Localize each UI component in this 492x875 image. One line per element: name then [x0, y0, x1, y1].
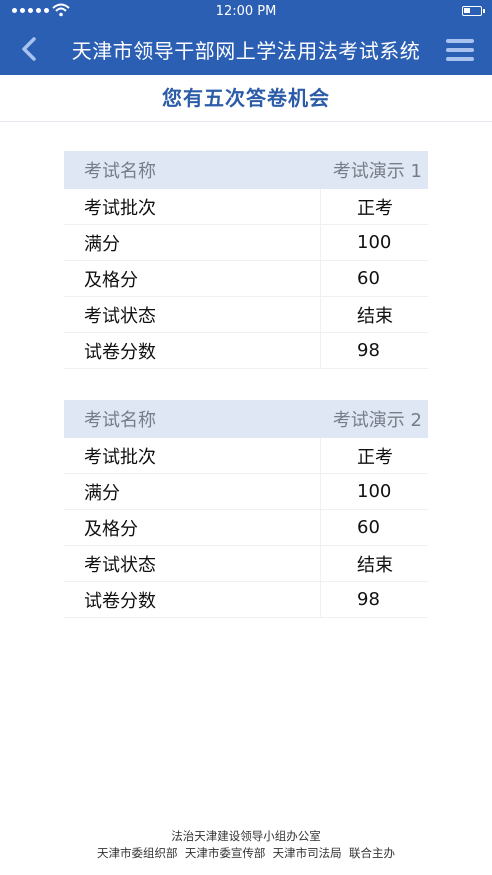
footer-hosts: 天津市委组织部 天津市委宣传部 天津市司法局 联合主办	[97, 846, 395, 860]
row-label: 满分	[64, 474, 321, 509]
table-row: 及格分 60	[64, 510, 428, 546]
page-title: 天津市领导干部网上学法用法考试系统	[71, 39, 421, 63]
row-value: 98	[357, 589, 380, 610]
exam-card-header: 考试名称 考试演示 2	[64, 400, 428, 438]
row-value: 结束	[357, 305, 393, 327]
menu-icon[interactable]	[446, 39, 474, 61]
nav-header: 天津市领导干部网上学法用法考试系统	[0, 24, 492, 75]
table-row: 试卷分数 98	[64, 333, 428, 369]
attempts-banner: 您有五次答卷机会	[0, 75, 492, 122]
row-label: 试卷分数	[64, 333, 321, 368]
battery-icon	[462, 6, 485, 16]
row-value: 60	[357, 268, 380, 289]
exam-name-value: 考试演示 2	[332, 410, 422, 431]
status-bar: 12:00 PM	[0, 0, 492, 24]
exam-card: 考试名称 考试演示 2 考试批次 正考 满分 100 及格分 60 考试状态 结…	[64, 400, 428, 618]
table-row: 考试状态 结束	[64, 546, 428, 582]
status-time: 12:00 PM	[215, 4, 277, 19]
row-label: 考试批次	[64, 189, 321, 224]
row-label: 考试批次	[64, 438, 321, 473]
footer: 法治天津建设领导小组办公室 天津市委组织部 天津市委宣传部 天津市司法局 联合主…	[0, 828, 492, 862]
table-row: 满分 100	[64, 225, 428, 261]
row-label: 考试状态	[64, 297, 321, 332]
exam-name-label: 考试名称	[84, 161, 156, 182]
row-value: 正考	[357, 446, 393, 468]
table-row: 考试状态 结束	[64, 297, 428, 333]
row-value: 正考	[357, 197, 393, 219]
footer-organizer: 法治天津建设领导小组办公室	[171, 829, 321, 843]
table-row: 满分 100	[64, 474, 428, 510]
back-chevron-icon[interactable]	[18, 36, 42, 62]
table-row: 及格分 60	[64, 261, 428, 297]
exam-card: 考试名称 考试演示 1 考试批次 正考 满分 100 及格分 60 考试状态 结…	[64, 151, 428, 369]
exam-name-value: 考试演示 1	[332, 161, 422, 182]
row-value: 结束	[357, 554, 393, 576]
exam-name-label: 考试名称	[84, 410, 156, 431]
table-row: 试卷分数 98	[64, 582, 428, 618]
row-label: 及格分	[64, 510, 321, 545]
row-label: 试卷分数	[64, 582, 321, 617]
table-row: 考试批次 正考	[64, 189, 428, 225]
row-value: 100	[357, 481, 392, 502]
row-value: 60	[357, 517, 380, 538]
exam-card-header: 考试名称 考试演示 1	[64, 151, 428, 189]
row-label: 满分	[64, 225, 321, 260]
table-row: 考试批次 正考	[64, 438, 428, 474]
row-value: 100	[357, 232, 392, 253]
row-value: 98	[357, 340, 380, 361]
top-bar: 12:00 PM 天津市领导干部网上学法用法考试系统	[0, 0, 492, 75]
row-label: 及格分	[64, 261, 321, 296]
row-label: 考试状态	[64, 546, 321, 581]
